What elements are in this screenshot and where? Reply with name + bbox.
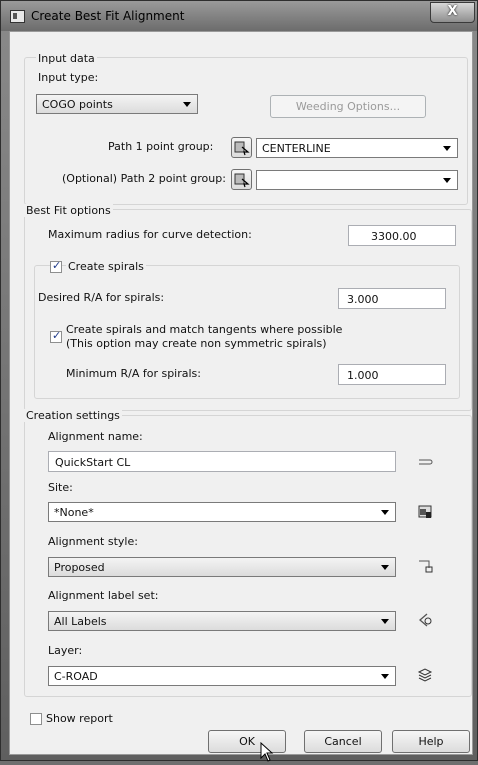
layers-icon[interactable] xyxy=(416,666,434,684)
weeding-options-button[interactable]: Weeding Options... xyxy=(270,95,426,118)
min-ra-label: Minimum R/A for spirals: xyxy=(66,367,201,380)
input-type-dropdown[interactable]: COGO points xyxy=(36,94,198,114)
alignment-label-set-dropdown[interactable]: All Labels xyxy=(48,611,396,631)
site-dropdown[interactable]: *None* xyxy=(48,502,396,522)
alignment-name-value: QuickStart CL xyxy=(55,456,131,469)
alignment-name-label: Alignment name: xyxy=(48,430,143,443)
chevron-down-icon xyxy=(381,510,389,515)
pick-from-drawing-button-path1[interactable] xyxy=(231,137,252,158)
title-bar[interactable]: Create Best Fit Alignment X xyxy=(1,1,477,31)
show-report-checkbox[interactable] xyxy=(30,713,42,725)
edit-name-template-icon[interactable] xyxy=(416,453,434,471)
path1-point-group-dropdown[interactable]: CENTERLINE xyxy=(256,138,458,158)
chevron-down-icon xyxy=(183,102,191,107)
desired-ra-input[interactable]: 3.000 xyxy=(338,288,446,309)
chevron-down-icon xyxy=(443,146,451,151)
app-icon xyxy=(10,10,25,23)
match-tangents-checkbox[interactable] xyxy=(50,329,62,343)
show-report-label: Show report xyxy=(46,712,113,725)
create-site-icon[interactable] xyxy=(416,503,434,521)
chevron-down-icon xyxy=(381,674,389,679)
alignment-name-input[interactable]: QuickStart CL xyxy=(48,451,396,472)
layer-label: Layer: xyxy=(48,644,83,657)
path2-point-group-dropdown[interactable] xyxy=(256,170,458,190)
dialog-body: Input data Input type: COGO points Weedi… xyxy=(9,31,473,762)
max-radius-input[interactable]: 3300.00 xyxy=(348,225,456,246)
create-spirals-label: Create spirals xyxy=(66,260,146,273)
create-spirals-checkbox[interactable] xyxy=(50,259,62,273)
path2-label: (Optional) Path 2 point group: xyxy=(62,172,226,185)
input-type-value: COGO points xyxy=(42,98,113,111)
mouse-pointer-icon xyxy=(260,741,274,765)
cancel-button[interactable]: Cancel xyxy=(304,730,382,753)
chevron-down-icon xyxy=(381,565,389,570)
input-data-group-label: Input data xyxy=(36,52,97,65)
match-tangents-label-2: (This option may create non symmetric sp… xyxy=(66,337,327,350)
layer-dropdown[interactable]: C-ROAD xyxy=(48,666,396,686)
label-set-options-icon[interactable] xyxy=(416,611,434,629)
layer-value: C-ROAD xyxy=(54,670,98,683)
dialog-window: Create Best Fit Alignment X Input data I… xyxy=(0,0,478,762)
best-fit-group-label: Best Fit options xyxy=(24,204,113,217)
max-radius-label: Maximum radius for curve detection: xyxy=(48,228,252,241)
chevron-down-icon xyxy=(381,619,389,624)
chevron-down-icon xyxy=(443,178,451,183)
max-radius-value: 3300.00 xyxy=(371,230,417,243)
ok-button[interactable]: OK xyxy=(208,730,286,753)
alignment-label-set-label: Alignment label set: xyxy=(48,589,159,602)
style-options-icon[interactable] xyxy=(416,556,434,574)
min-ra-value: 1.000 xyxy=(347,369,379,382)
creation-settings-group-label: Creation settings xyxy=(24,409,122,422)
pick-from-drawing-icon xyxy=(234,141,250,156)
alignment-style-label: Alignment style: xyxy=(48,535,138,548)
pick-from-drawing-button-path2[interactable] xyxy=(231,169,252,190)
alignment-style-value: Proposed xyxy=(54,561,105,574)
dialog-title: Create Best Fit Alignment xyxy=(31,9,185,23)
desired-ra-label: Desired R/A for spirals: xyxy=(38,291,165,304)
site-label: Site: xyxy=(48,481,73,494)
desired-ra-value: 3.000 xyxy=(347,293,379,306)
min-ra-input[interactable]: 1.000 xyxy=(338,364,446,385)
input-type-label: Input type: xyxy=(38,71,99,84)
path1-label: Path 1 point group: xyxy=(108,140,214,153)
help-button[interactable]: Help xyxy=(392,730,470,753)
path1-value: CENTERLINE xyxy=(262,142,331,155)
alignment-style-dropdown[interactable]: Proposed xyxy=(48,557,396,577)
site-value: *None* xyxy=(54,506,94,519)
match-tangents-label-1: Create spirals and match tangents where … xyxy=(66,323,343,336)
pick-from-drawing-icon xyxy=(234,173,250,188)
alignment-label-set-value: All Labels xyxy=(54,615,107,628)
close-button[interactable]: X xyxy=(430,2,475,23)
